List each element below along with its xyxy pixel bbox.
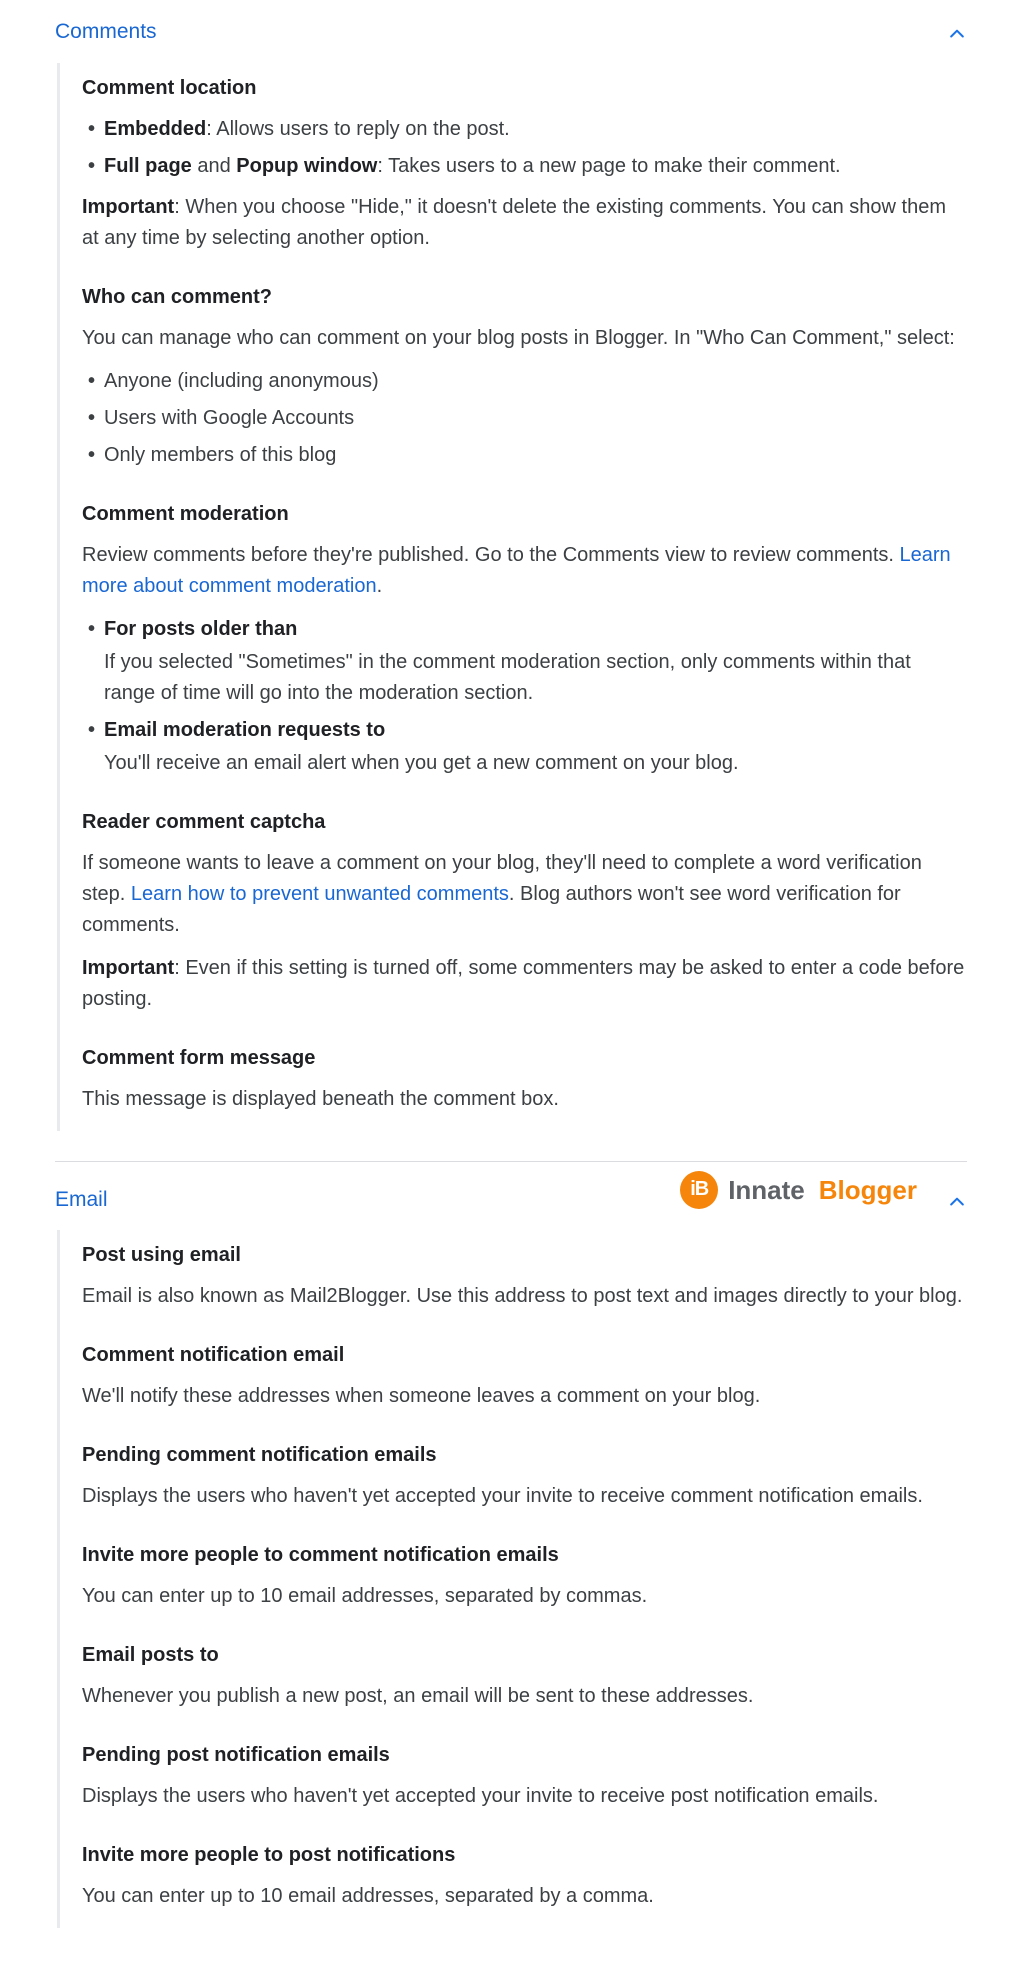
list-item: Full page and Popup window: Takes users … [82,151,967,182]
paragraph: Review comments before they're published… [82,540,967,602]
paragraph: This message is displayed beneath the co… [82,1084,967,1115]
text: Review comments before they're published… [82,544,900,566]
chevron-up-icon [947,1190,967,1210]
heading-comment-form-message: Comment form message [82,1043,967,1074]
text: : Takes users to a new page to make thei… [377,155,840,177]
list-comment-location: Embedded: Allows users to reply on the p… [82,114,967,182]
text: : Even if this setting is turned off, so… [82,957,964,1010]
emphasis: Embedded [104,118,206,140]
email-body: Post using email Email is also known as … [57,1230,967,1928]
list-item: Users with Google Accounts [82,403,967,434]
emphasis: Important [82,196,174,218]
watermark-word-2: Blogger [819,1170,917,1210]
heading-post-using-email: Post using email [82,1240,967,1271]
paragraph: You can enter up to 10 email addresses, … [82,1881,967,1912]
accordion-title: Email [55,1184,108,1217]
heading-invite-post-notification: Invite more people to post notifications [82,1840,967,1871]
emphasis: Important [82,957,174,979]
emphasis: Popup window [236,155,377,177]
list-item: Only members of this blog [82,440,967,471]
emphasis: Email moderation requests to [104,719,385,741]
paragraph: You can enter up to 10 email addresses, … [82,1581,967,1612]
heading-comment-notification-email: Comment notification email [82,1340,967,1371]
emphasis: For posts older than [104,618,297,640]
paragraph: Displays the users who haven't yet accep… [82,1781,967,1812]
list-item: For posts older than If you selected "So… [82,614,967,709]
paragraph: Email is also known as Mail2Blogger. Use… [82,1281,967,1312]
emphasis: Full page [104,155,192,177]
paragraph-important: Important: When you choose "Hide," it do… [82,192,967,254]
chevron-up-icon [947,22,967,42]
paragraph: Whenever you publish a new post, an emai… [82,1681,967,1712]
heading-reader-captcha: Reader comment captcha [82,807,967,838]
paragraph: You can manage who can comment on your b… [82,323,967,354]
heading-pending-comment-notification: Pending comment notification emails [82,1440,967,1471]
watermark-word-1: Innate [728,1170,805,1210]
paragraph: If someone wants to leave a comment on y… [82,848,967,941]
accordion-header-email[interactable]: Email iB Innate Blogger [55,1161,967,1231]
heading-invite-comment-notification: Invite more people to comment notificati… [82,1540,967,1571]
heading-who-can-comment: Who can comment? [82,282,967,313]
list-item: Email moderation requests to You'll rece… [82,715,967,779]
heading-email-posts-to: Email posts to [82,1640,967,1671]
list-who-can-comment: Anyone (including anonymous) Users with … [82,366,967,471]
text: You'll receive an email alert when you g… [104,748,967,779]
list-moderation: For posts older than If you selected "So… [82,614,967,779]
paragraph: We'll notify these addresses when someon… [82,1381,967,1412]
text: : When you choose "Hide," it doesn't del… [82,196,946,249]
watermark-badge-icon: iB [680,1171,718,1209]
text: and [192,155,236,177]
paragraph-important: Important: Even if this setting is turne… [82,953,967,1015]
heading-comment-moderation: Comment moderation [82,499,967,530]
text: If you selected "Sometimes" in the comme… [104,647,967,709]
watermark-innate-blogger: iB Innate Blogger [680,1170,917,1210]
text: : Allows users to reply on the post. [206,118,510,140]
comments-body: Comment location Embedded: Allows users … [57,63,967,1131]
accordion-header-comments[interactable]: Comments [55,10,967,63]
text: . [377,575,383,597]
link-prevent-unwanted-comments[interactable]: Learn how to prevent unwanted comments [131,883,509,905]
list-item: Embedded: Allows users to reply on the p… [82,114,967,145]
accordion-title: Comments [55,16,157,49]
paragraph: Displays the users who haven't yet accep… [82,1481,967,1512]
list-item: Anyone (including anonymous) [82,366,967,397]
heading-comment-location: Comment location [82,73,967,104]
heading-pending-post-notification: Pending post notification emails [82,1740,967,1771]
